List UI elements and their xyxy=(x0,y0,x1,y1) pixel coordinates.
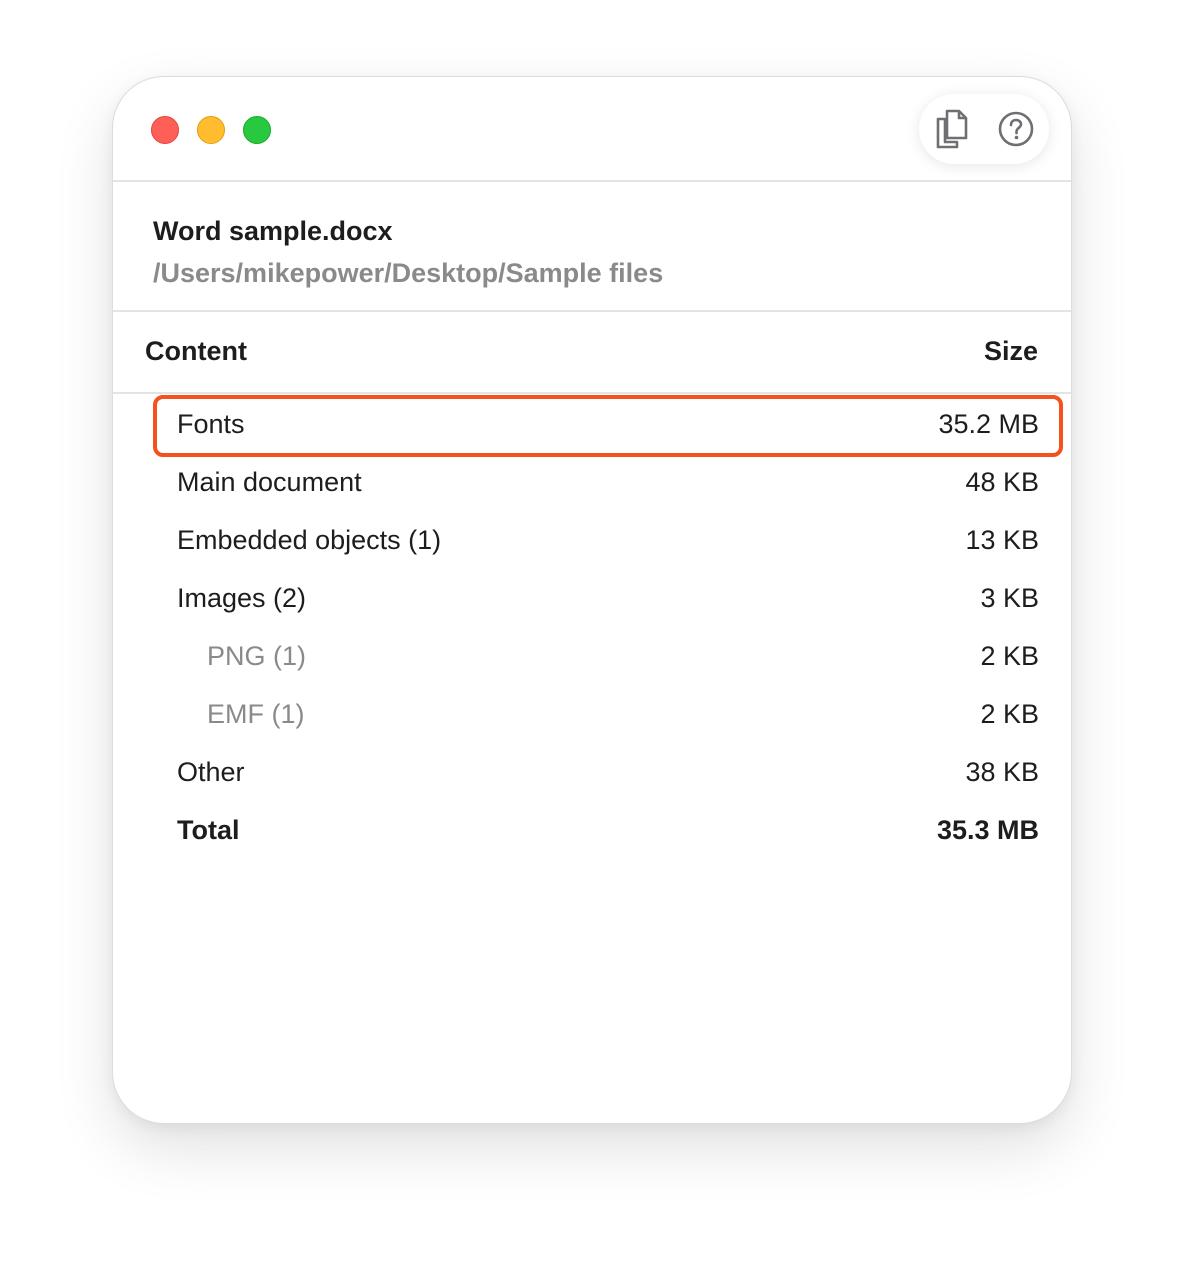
size-column-header: Size xyxy=(983,336,1038,366)
row-size: 48 KB xyxy=(965,467,1039,497)
row-size: 35.3 MB xyxy=(936,815,1039,845)
help-button[interactable] xyxy=(991,104,1041,154)
file-name: Word sample.docx xyxy=(153,216,393,246)
toolbar xyxy=(919,94,1049,164)
content-column-header: Content xyxy=(145,336,247,366)
row-label: Total xyxy=(177,815,240,845)
table-header: Content Size xyxy=(113,312,1071,394)
copy-documents-icon xyxy=(936,109,968,149)
file-info-window: Word sample.docx /Users/mikepower/Deskto… xyxy=(112,76,1072,1124)
row-label: Images (2) xyxy=(177,583,307,613)
title-bar xyxy=(113,77,1071,182)
row-label: Main document xyxy=(177,467,362,497)
table-row-png[interactable]: PNG (1) 2 KB xyxy=(113,628,1071,686)
row-label: Fonts xyxy=(177,409,245,439)
row-label: Other xyxy=(177,757,245,787)
row-size: 2 KB xyxy=(980,641,1039,671)
row-size: 3 KB xyxy=(980,583,1039,613)
close-window-button[interactable] xyxy=(151,116,179,144)
table-row-images[interactable]: Images (2) 3 KB xyxy=(113,570,1071,628)
row-label: Embedded objects (1) xyxy=(177,525,442,555)
table-row-embedded-objects[interactable]: Embedded objects (1) 13 KB xyxy=(113,512,1071,570)
table-row-total: Total 35.3 MB xyxy=(113,802,1071,860)
row-size: 2 KB xyxy=(980,699,1039,729)
table-row-other[interactable]: Other 38 KB xyxy=(113,744,1071,802)
copy-button[interactable] xyxy=(927,104,977,154)
row-label: EMF (1) xyxy=(207,699,305,729)
row-size: 13 KB xyxy=(965,525,1039,555)
table-row-emf[interactable]: EMF (1) 2 KB xyxy=(113,686,1071,744)
file-info-header: Word sample.docx /Users/mikepower/Deskto… xyxy=(113,182,1071,312)
row-size: 35.2 MB xyxy=(938,409,1039,439)
file-path: /Users/mikepower/Desktop/Sample files xyxy=(153,258,664,288)
table-row-main-document[interactable]: Main document 48 KB xyxy=(113,454,1071,512)
minimize-window-button[interactable] xyxy=(197,116,225,144)
row-size: 38 KB xyxy=(965,757,1039,787)
table-row-fonts[interactable]: Fonts 35.2 MB xyxy=(113,395,1071,457)
content-table: Fonts 35.2 MB Main document 48 KB Embedd… xyxy=(113,395,1071,860)
help-circle-icon xyxy=(998,111,1034,147)
row-label: PNG (1) xyxy=(207,641,307,671)
maximize-window-button[interactable] xyxy=(243,116,271,144)
